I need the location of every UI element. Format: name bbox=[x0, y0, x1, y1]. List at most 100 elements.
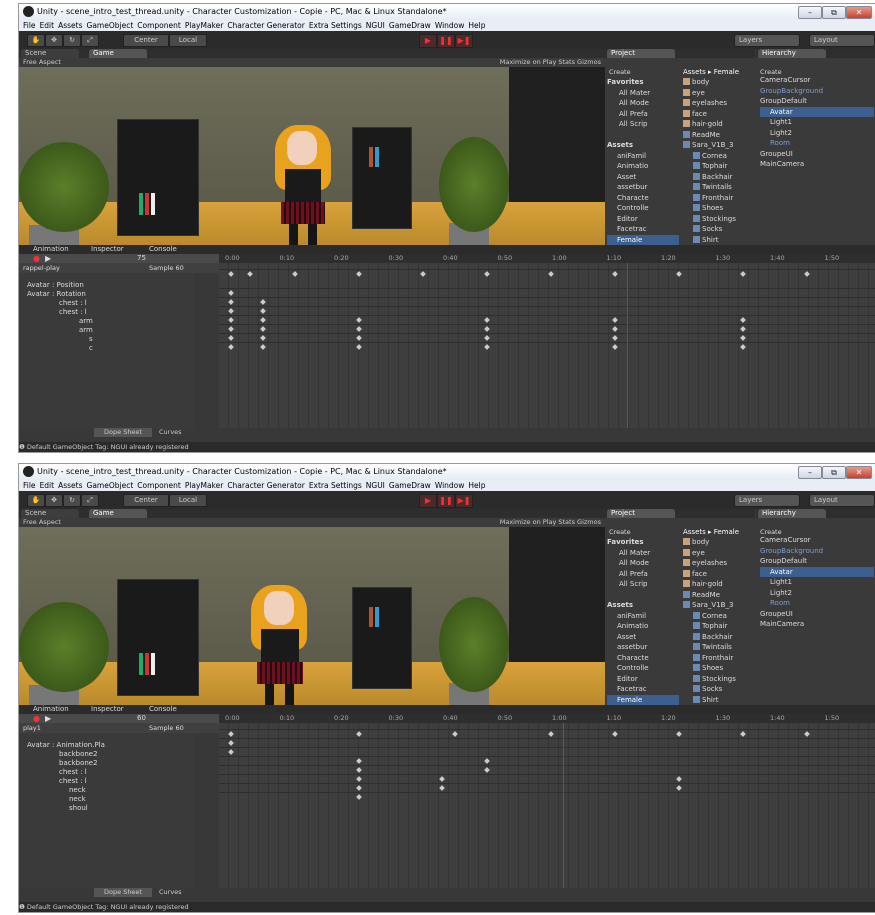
hierarchy-item[interactable]: GroupeUI bbox=[760, 609, 874, 620]
tab-scene[interactable]: Scene bbox=[21, 49, 79, 58]
keyframe[interactable] bbox=[612, 326, 618, 332]
hierarchy-item[interactable]: GroupeUI bbox=[760, 149, 874, 160]
keyframe[interactable] bbox=[548, 271, 554, 277]
hierarchy-item[interactable]: Light1 bbox=[760, 117, 874, 128]
hierarchy-item[interactable]: CameraCursor bbox=[760, 535, 874, 546]
project-create-button[interactable]: Create bbox=[609, 68, 631, 76]
tab-project[interactable]: Project bbox=[607, 49, 675, 58]
tab-inspector[interactable]: Inspector bbox=[91, 245, 124, 254]
project-file-item[interactable]: Shirt bbox=[683, 695, 749, 706]
pivot-local-button[interactable]: Local bbox=[169, 494, 207, 507]
project-create-button[interactable]: Create bbox=[609, 528, 631, 536]
keyframe[interactable] bbox=[804, 271, 810, 277]
keyframe[interactable] bbox=[676, 271, 682, 277]
hierarchy-item[interactable]: Room bbox=[760, 598, 874, 609]
hierarchy-item[interactable]: Avatar bbox=[760, 566, 874, 577]
menu-extra-settings[interactable]: Extra Settings bbox=[309, 480, 362, 491]
project-tree-item[interactable]: Animatio bbox=[607, 161, 679, 172]
keyframe[interactable] bbox=[439, 776, 446, 782]
project-file-item[interactable]: Twintails bbox=[683, 642, 749, 653]
project-file-item[interactable]: Tophair bbox=[683, 161, 749, 172]
game-view-options[interactable]: Maximize on Play Stats Gizmos bbox=[500, 58, 601, 67]
keyframe[interactable] bbox=[484, 767, 490, 773]
frame-field[interactable]: 60 bbox=[137, 714, 146, 723]
project-file-item[interactable]: ReadMe bbox=[683, 590, 749, 601]
scale-tool-button[interactable]: ⤢ bbox=[81, 494, 99, 507]
layers-dropdown[interactable]: Layers bbox=[734, 34, 800, 47]
project-file-item[interactable]: Sara_V1B_3 bbox=[683, 600, 749, 611]
keyframe[interactable] bbox=[356, 794, 362, 800]
curve-item[interactable]: arm bbox=[19, 317, 194, 326]
game-viewport[interactable] bbox=[19, 527, 605, 705]
keyframe[interactable] bbox=[484, 326, 490, 332]
project-file-item[interactable]: Shoes bbox=[683, 663, 749, 674]
project-tree-item[interactable]: All Prefa bbox=[607, 569, 679, 580]
project-file-item[interactable]: Sara_V1B_3 bbox=[683, 140, 749, 151]
hierarchy-item[interactable]: Light1 bbox=[760, 577, 874, 588]
menu-playmaker[interactable]: PlayMaker bbox=[185, 480, 223, 491]
minimize-button[interactable]: – bbox=[798, 466, 822, 479]
keyframe[interactable] bbox=[484, 758, 490, 764]
project-tree-item[interactable]: Controlle bbox=[607, 203, 679, 214]
pivot-local-button[interactable]: Local bbox=[169, 34, 207, 47]
project-tree-item[interactable]: Asset bbox=[607, 172, 679, 183]
hierarchy-item[interactable]: Avatar bbox=[760, 106, 874, 117]
keyframe[interactable] bbox=[612, 271, 618, 277]
project-tree-item[interactable] bbox=[607, 590, 679, 601]
tab-hierarchy[interactable]: Hierarchy bbox=[758, 509, 826, 518]
keyframe[interactable] bbox=[612, 731, 618, 737]
project-file-item[interactable]: body bbox=[683, 537, 749, 548]
project-file-item[interactable]: Stockings bbox=[683, 674, 749, 685]
keyframe[interactable] bbox=[484, 317, 490, 323]
keyframe[interactable] bbox=[740, 335, 746, 341]
tab-hierarchy[interactable]: Hierarchy bbox=[758, 49, 826, 58]
project-tree-item[interactable]: Favorites bbox=[607, 537, 679, 548]
project-file-item[interactable]: Cornea bbox=[683, 611, 749, 622]
project-file-item[interactable]: Stockings bbox=[683, 214, 749, 225]
menu-ngui[interactable]: NGUI bbox=[366, 20, 385, 31]
keyframe[interactable] bbox=[292, 271, 298, 277]
project-file-item[interactable]: hair-gold bbox=[683, 579, 749, 590]
keyframe[interactable] bbox=[676, 731, 682, 737]
project-tree-item[interactable]: aniFamil bbox=[607, 151, 679, 162]
hierarchy-item[interactable]: Light2 bbox=[760, 128, 874, 139]
keyframe[interactable] bbox=[260, 317, 266, 323]
clip-dropdown[interactable]: play1 bbox=[23, 723, 41, 733]
project-tree-item[interactable]: Favorites bbox=[607, 77, 679, 88]
project-tree-item[interactable]: Editor bbox=[607, 674, 679, 685]
step-button[interactable]: ▶❚ bbox=[455, 34, 473, 48]
rotate-tool-button[interactable]: ↻ bbox=[63, 34, 81, 47]
hierarchy-item[interactable]: MainCamera bbox=[760, 619, 874, 630]
keyframe[interactable] bbox=[484, 344, 490, 350]
curve-item[interactable]: backbone2 bbox=[19, 759, 194, 768]
keyframe[interactable] bbox=[247, 271, 254, 277]
hierarchy-item[interactable]: GroupBackground bbox=[760, 546, 874, 557]
tab-console[interactable]: Console bbox=[149, 705, 177, 714]
keyframe[interactable] bbox=[356, 317, 362, 323]
aspect-dropdown[interactable]: Free Aspect bbox=[23, 58, 61, 67]
keyframe[interactable] bbox=[356, 758, 362, 764]
project-tree-item[interactable]: Controlle bbox=[607, 663, 679, 674]
project-file-item[interactable]: Shoes bbox=[683, 203, 749, 214]
keyframe[interactable] bbox=[228, 335, 234, 341]
project-tree-item[interactable]: Assets bbox=[607, 140, 679, 151]
hierarchy-item[interactable]: Room bbox=[760, 138, 874, 149]
layout-dropdown[interactable]: Layout bbox=[809, 34, 875, 47]
curve-item[interactable]: Avatar : Position bbox=[19, 281, 194, 290]
curve-item[interactable]: neck bbox=[19, 786, 194, 795]
game-view-options[interactable]: Maximize on Play Stats Gizmos bbox=[500, 518, 601, 527]
keyframe[interactable] bbox=[740, 317, 746, 323]
hierarchy-item[interactable]: MainCamera bbox=[760, 159, 874, 170]
tab-animation[interactable]: Animation bbox=[33, 705, 69, 714]
menu-window[interactable]: Window bbox=[435, 20, 465, 31]
keyframe[interactable] bbox=[356, 326, 362, 332]
layout-dropdown[interactable]: Layout bbox=[809, 494, 875, 507]
keyframe[interactable] bbox=[228, 731, 234, 737]
keyframe[interactable] bbox=[548, 731, 554, 737]
record-icon[interactable]: ● bbox=[33, 714, 40, 723]
keyframe[interactable] bbox=[740, 326, 746, 332]
playhead-line[interactable] bbox=[626, 263, 628, 428]
keyframe[interactable] bbox=[676, 785, 682, 791]
keyframe[interactable] bbox=[612, 344, 618, 350]
project-file-item[interactable]: Shirt bbox=[683, 235, 749, 246]
